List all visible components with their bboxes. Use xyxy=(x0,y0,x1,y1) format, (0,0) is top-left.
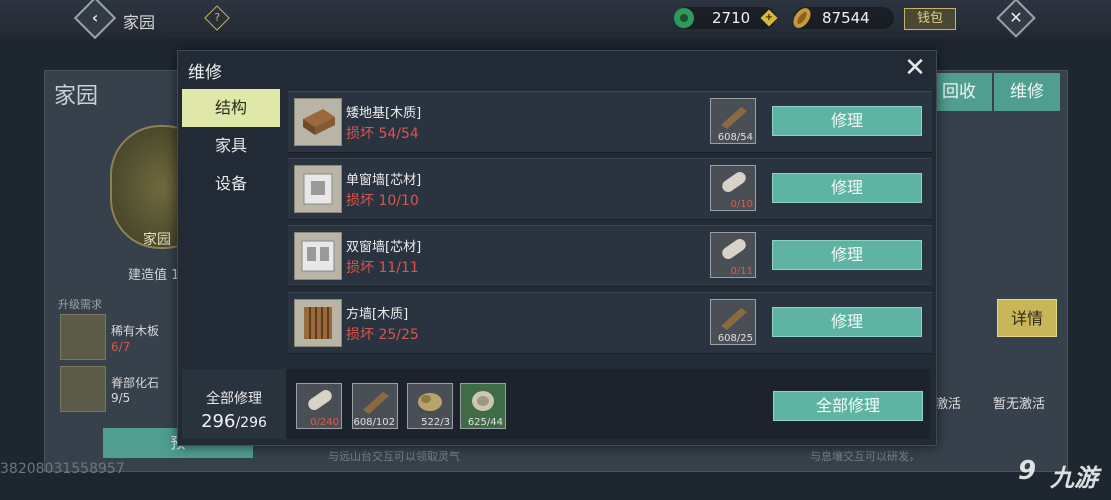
jade-icon xyxy=(674,8,694,28)
wood-plank-icon: 608/102 xyxy=(352,383,398,429)
chevron-left-icon: ‹ xyxy=(91,8,99,27)
tab-equipment[interactable]: 设备 xyxy=(182,165,280,203)
wallet-button[interactable]: 钱包 xyxy=(904,8,956,30)
repair-all-summary: 全部修理 296/296 xyxy=(182,369,286,439)
item-name: 方墙[木质] xyxy=(346,307,409,322)
repair-button[interactable]: 修理 xyxy=(772,106,922,136)
single-window-wall-icon xyxy=(294,165,342,213)
material-count: 625/44 xyxy=(467,417,503,428)
coin-value: 87544 xyxy=(822,9,870,27)
help-button[interactable]: ? xyxy=(204,5,230,31)
build-value: 建造值 1 xyxy=(128,268,180,283)
back-button[interactable]: ‹ xyxy=(73,0,117,40)
core-material-icon: 0/11 xyxy=(710,232,756,278)
repair-all-bar: 全部修理 296/296 0/240 608/102 522/3 625/44 … xyxy=(182,369,930,439)
wood-foundation-icon xyxy=(294,98,342,146)
upgrade-item-count: 9/5 xyxy=(111,391,131,405)
repair-row: 方墙[木质] 损坏 25/25 608/25 修理 xyxy=(288,292,932,354)
damage-status: 损坏 25/25 xyxy=(346,327,419,343)
tab-structure[interactable]: 结构 xyxy=(182,89,280,127)
total-current: 296 xyxy=(201,411,236,432)
repair-row: 单窗墙[芯材] 损坏 10/10 0/10 修理 xyxy=(288,158,932,220)
material-count: 608/102 xyxy=(353,417,395,428)
item-name: 单窗墙[芯材] xyxy=(346,173,422,188)
double-window-wall-icon xyxy=(294,232,342,280)
spine-fossil-icon xyxy=(60,366,106,412)
repair-list: 矮地基[木质] 损坏 54/54 608/54 修理 单窗墙[芯材] 损坏 10… xyxy=(288,91,933,356)
material-count: 522/3 xyxy=(421,417,450,428)
material-count: 0/10 xyxy=(730,199,753,210)
page-title: 家园 xyxy=(123,13,156,32)
repair-all-button[interactable]: 全部修理 xyxy=(773,391,923,421)
total-max: /296 xyxy=(235,415,267,431)
homeland-title: 家园 xyxy=(54,84,99,109)
wood-plank-icon: 608/25 xyxy=(710,299,756,345)
dialog-title: 维修 xyxy=(188,63,222,83)
hint-text: 与息壤交互可以研发， xyxy=(810,450,920,463)
watermark-logo-icon: 9 xyxy=(1018,456,1037,486)
dialog-header: 维修 ✕ xyxy=(178,51,936,85)
help-icon: ? xyxy=(214,11,221,25)
ore-icon: 522/3 xyxy=(407,383,453,429)
wood-plank-icon: 608/54 xyxy=(710,98,756,144)
close-page-button[interactable]: ✕ xyxy=(996,0,1036,38)
repair-tab-button[interactable]: 维修 xyxy=(994,73,1060,111)
damage-status: 损坏 54/54 xyxy=(346,126,419,142)
inactive-label: 激活 xyxy=(935,397,962,412)
material-count: 0/240 xyxy=(310,417,339,428)
core-material-icon: 0/10 xyxy=(710,165,756,211)
user-id: 38208031558957 xyxy=(0,461,125,477)
repair-row: 双窗墙[芯材] 损坏 11/11 0/11 修理 xyxy=(288,225,932,287)
upgrade-item-count: 6/7 xyxy=(111,340,131,354)
item-name: 双窗墙[芯材] xyxy=(346,240,422,255)
coin-icon xyxy=(793,8,811,28)
dialog-close-button[interactable]: ✕ xyxy=(902,55,928,81)
repair-row: 矮地基[木质] 损坏 54/54 608/54 修理 xyxy=(288,91,932,153)
close-icon: ✕ xyxy=(904,53,926,83)
item-name: 矮地基[木质] xyxy=(346,106,422,121)
wood-wall-icon xyxy=(294,299,342,347)
watermark-text: 九游 xyxy=(1050,464,1098,492)
upgrade-requirements-title: 升级需求 xyxy=(58,298,102,311)
upgrade-item-name: 脊部化石 xyxy=(111,376,160,390)
damage-status: 损坏 11/11 xyxy=(346,260,419,276)
damage-status: 损坏 10/10 xyxy=(346,193,419,209)
repair-dialog: 维修 ✕ 结构 家具 设备 矮地基[木质] 损坏 54/54 608/54 修理… xyxy=(177,50,937,446)
total-damage-count: 296/296 xyxy=(182,411,286,432)
material-count: 608/25 xyxy=(717,333,753,344)
upgrade-item-name: 稀有木板 xyxy=(111,324,160,338)
detail-button[interactable]: 详情 xyxy=(997,299,1057,337)
close-icon: ✕ xyxy=(1009,8,1023,27)
rope-icon: 625/44 xyxy=(460,383,506,429)
add-currency-icon[interactable]: + xyxy=(760,9,778,27)
category-tabs: 结构 家具 设备 xyxy=(182,89,280,199)
material-count: 608/54 xyxy=(717,132,753,143)
rare-plank-icon xyxy=(60,314,106,360)
repair-button[interactable]: 修理 xyxy=(772,173,922,203)
repair-button[interactable]: 修理 xyxy=(772,307,922,337)
hint-text: 与远山台交互可以领取灵气 xyxy=(328,450,460,463)
repair-all-label: 全部修理 xyxy=(206,391,262,407)
material-count: 0/11 xyxy=(730,266,753,277)
jade-value: 2710 xyxy=(712,9,751,27)
inactive-label: 暂无激活 xyxy=(993,397,1046,412)
repair-button[interactable]: 修理 xyxy=(772,240,922,270)
homeland-emblem-label: 家园 xyxy=(143,232,171,248)
top-bar: ‹ 家园 ? 2710 + 87544 钱包 ✕ xyxy=(0,0,1111,40)
core-material-icon: 0/240 xyxy=(296,383,342,429)
tab-furniture[interactable]: 家具 xyxy=(182,127,280,165)
